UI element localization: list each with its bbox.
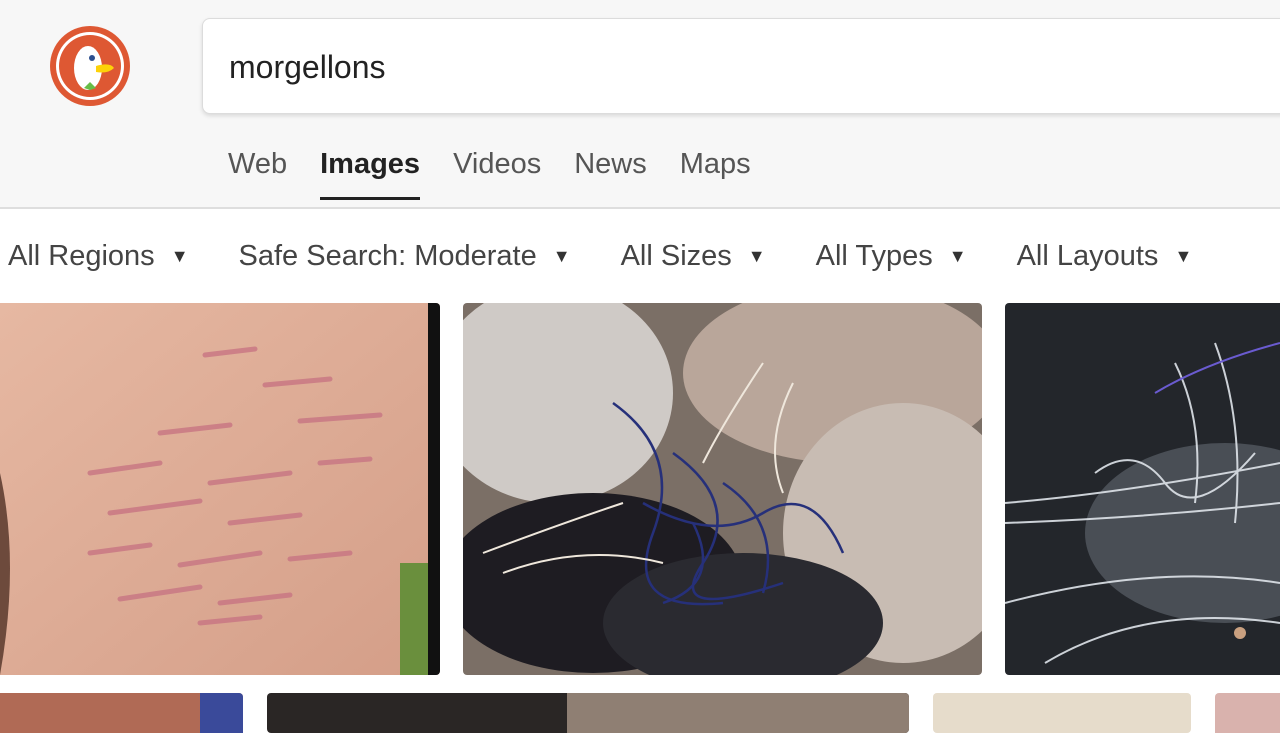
- filter-bar: All Regions ▼ Safe Search: Moderate ▼ Al…: [8, 232, 1242, 280]
- image-result-row2-4[interactable]: [1215, 693, 1280, 733]
- search-box[interactable]: [202, 18, 1280, 114]
- search-input[interactable]: [229, 45, 1229, 89]
- header-divider: [0, 207, 1280, 209]
- caret-down-icon: ▼: [170, 245, 189, 266]
- header: Web Images Videos News Maps: [0, 0, 1280, 208]
- image-result-row2-1[interactable]: [0, 693, 243, 733]
- filter-safe-search-label: Safe Search: Moderate: [238, 239, 537, 272]
- tab-videos[interactable]: Videos: [453, 140, 541, 200]
- filter-regions-label: All Regions: [8, 239, 155, 272]
- tab-news[interactable]: News: [574, 140, 647, 200]
- tab-web[interactable]: Web: [228, 140, 287, 200]
- image-result-fibers-blue[interactable]: [463, 303, 982, 675]
- caret-down-icon: ▼: [1174, 245, 1193, 266]
- duckduckgo-logo-icon[interactable]: [48, 24, 132, 108]
- caret-down-icon: ▼: [948, 245, 967, 266]
- image-result-row2-2[interactable]: [267, 693, 909, 733]
- filter-sizes-dropdown[interactable]: All Sizes ▼: [621, 240, 766, 273]
- filter-types-label: All Types: [815, 239, 933, 272]
- image-result-skin-rash[interactable]: [0, 303, 440, 675]
- image-result-fibers-dark[interactable]: [1005, 303, 1280, 675]
- image-result-row2-3[interactable]: [933, 693, 1191, 733]
- filter-layouts-label: All Layouts: [1016, 239, 1159, 272]
- search-type-tabs: Web Images Videos News Maps: [228, 140, 784, 210]
- tab-maps[interactable]: Maps: [680, 140, 751, 200]
- filter-safe-search-dropdown[interactable]: Safe Search: Moderate ▼: [239, 240, 571, 273]
- tab-images[interactable]: Images: [320, 140, 420, 200]
- caret-down-icon: ▼: [552, 245, 571, 266]
- caret-down-icon: ▼: [747, 245, 766, 266]
- filter-regions-dropdown[interactable]: All Regions ▼: [8, 240, 189, 273]
- filter-sizes-label: All Sizes: [620, 239, 732, 272]
- filter-types-dropdown[interactable]: All Types ▼: [816, 240, 967, 273]
- filter-layouts-dropdown[interactable]: All Layouts ▼: [1017, 240, 1193, 273]
